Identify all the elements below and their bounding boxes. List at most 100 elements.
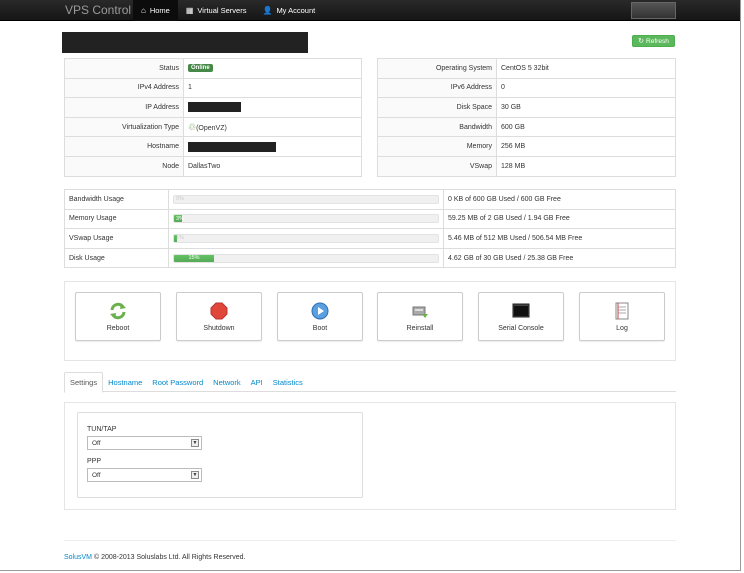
usage-text: 59.25 MB of 2 GB Used / 1.94 GB Free [443, 208, 676, 230]
status-cell: Online [183, 58, 362, 79]
log-button[interactable]: Log [579, 292, 665, 341]
tab-network[interactable]: Network [208, 372, 246, 392]
usage-row: Bandwidth Usage 0% 0 KB of 600 GB Used /… [64, 189, 676, 210]
reboot-icon [109, 302, 127, 320]
settings-tabs: Settings Hostname Root Password Network … [64, 372, 676, 393]
log-icon [613, 302, 631, 320]
bandwidth-value: 600 GB [496, 116, 676, 138]
ppp-label: PPP [87, 458, 102, 465]
nav-virtual-servers-label: Virtual Servers [197, 6, 247, 15]
openvz-icon: ♲ [188, 121, 197, 132]
footer-text: © 2008-2013 Soluslabs Ltd. All Rights Re… [92, 554, 246, 561]
console-icon [512, 302, 530, 320]
reinstall-icon [411, 302, 429, 320]
log-label: Log [616, 324, 628, 332]
memory-progress-bar: 3% [173, 214, 439, 224]
nav-my-account-label: My Account [276, 6, 316, 15]
serial-console-button[interactable]: Serial Console [478, 292, 564, 341]
tab-root-password[interactable]: Root Password [147, 372, 208, 392]
disk-row: Disk Space 30 GB [377, 97, 676, 118]
main-nav: ⌂ Home ▦ Virtual Servers 👤 My Account [133, 0, 323, 21]
status-row: Status Online [64, 58, 362, 79]
virt-cell: ♲(OpenVZ) [183, 116, 362, 138]
action-panel: Reboot Shutdown Boot Reinstall Serial Co… [64, 281, 676, 361]
ipv4-row: IPv4 Address 1 [64, 77, 362, 99]
ppp-value: Off [92, 471, 101, 479]
tab-api[interactable]: API [246, 372, 268, 392]
usage-bar-cell: 1% [168, 228, 444, 249]
bar-percent-text: 1% [176, 235, 184, 242]
navbar: VPS Control ⌂ Home ▦ Virtual Servers 👤 M… [0, 0, 740, 21]
tuntap-value: Off [92, 439, 101, 447]
usage-row: Disk Usage 15% 4.62 GB of 30 GB Used / 2… [64, 247, 676, 269]
reinstall-button[interactable]: Reinstall [377, 292, 463, 341]
ip-cell [183, 97, 362, 118]
vswap-row: VSwap 128 MB [377, 155, 676, 177]
boot-icon [311, 302, 329, 320]
node-row: Node DallasTwo [64, 155, 362, 177]
brand-title[interactable]: VPS Control [65, 3, 131, 17]
tab-settings[interactable]: Settings [64, 372, 104, 393]
usage-label: Bandwidth Usage [64, 189, 169, 210]
settings-box [77, 412, 363, 498]
os-label: Operating System [377, 58, 497, 79]
nav-home-label: Home [149, 6, 170, 15]
shutdown-label: Shutdown [203, 324, 235, 332]
chevron-down-icon: ▼ [191, 439, 199, 447]
vswap-value: 128 MB [496, 155, 676, 177]
memory-row: Memory 256 MB [377, 136, 676, 157]
boot-button[interactable]: Boot [277, 292, 363, 341]
tuntap-label: TUN/TAP [87, 426, 117, 433]
usage-text: 0 KB of 600 GB Used / 600 GB Free [443, 189, 676, 210]
boot-label: Boot [312, 324, 328, 332]
refresh-label: Refresh [646, 37, 669, 45]
ipv4-label: IPv4 Address [64, 77, 184, 99]
nav-my-account[interactable]: 👤 My Account [254, 0, 323, 21]
serial-console-label: Serial Console [498, 324, 544, 332]
bandwidth-progress-bar: 0% [173, 194, 439, 204]
usage-label: Memory Usage [64, 208, 169, 230]
refresh-button[interactable]: ↻ Refresh [632, 35, 675, 47]
disk-progress-bar: 15% [173, 253, 439, 263]
hostname-cell [183, 136, 362, 157]
usage-row: VSwap Usage 1% 5.46 MB of 512 MB Used / … [64, 228, 676, 249]
memory-label: Memory [377, 136, 497, 157]
usage-label: Disk Usage [64, 247, 169, 269]
nav-virtual-servers[interactable]: ▦ Virtual Servers [178, 0, 255, 21]
reboot-button[interactable]: Reboot [75, 292, 161, 341]
tab-statistics[interactable]: Statistics [268, 372, 308, 392]
node-value: DallasTwo [183, 155, 362, 177]
tuntap-select[interactable]: Off ▼ [87, 436, 202, 450]
reinstall-label: Reinstall [406, 324, 434, 332]
user-icon: 👤 [262, 6, 273, 15]
ppp-select[interactable]: Off ▼ [87, 468, 202, 482]
disk-label: Disk Space [377, 97, 497, 118]
vswap-progress-bar: 1% [173, 233, 439, 243]
status-badge: Online [188, 64, 213, 73]
status-label: Status [64, 58, 184, 79]
page-frame: VPS Control ⌂ Home ▦ Virtual Servers 👤 M… [0, 0, 741, 571]
tab-hostname[interactable]: Hostname [103, 372, 147, 392]
chevron-down-icon: ▼ [191, 471, 199, 479]
bandwidth-row: Bandwidth 600 GB [377, 116, 676, 138]
virt-label: Virtualization Type [64, 116, 184, 138]
bar-percent-text: 0% [176, 196, 184, 203]
shutdown-button[interactable]: Shutdown [176, 292, 262, 341]
vswap-label: VSwap [377, 155, 497, 177]
nav-home[interactable]: ⌂ Home [133, 0, 178, 21]
ipv6-row: IPv6 Address 0 [377, 77, 676, 99]
user-menu-redacted[interactable] [631, 2, 676, 19]
node-label: Node [64, 155, 184, 177]
server-specs-table: Operating System CentOS 5 32bit IPv6 Add… [377, 58, 676, 177]
server-info-table: Status Online IPv4 Address 1 IP Address … [64, 58, 362, 177]
ipv6-label: IPv6 Address [377, 77, 497, 99]
usage-row: Memory Usage 3% 59.25 MB of 2 GB Used / … [64, 208, 676, 230]
grid-icon: ▦ [185, 6, 194, 15]
bandwidth-label: Bandwidth [377, 116, 497, 138]
usage-table: Bandwidth Usage 0% 0 KB of 600 GB Used /… [64, 189, 676, 269]
ipv4-value: 1 [183, 77, 362, 99]
reboot-label: Reboot [106, 324, 130, 332]
usage-bar-cell: 15% [168, 247, 444, 269]
footer-link[interactable]: SolusVM [64, 554, 92, 561]
hostname-row: Hostname [64, 136, 362, 157]
